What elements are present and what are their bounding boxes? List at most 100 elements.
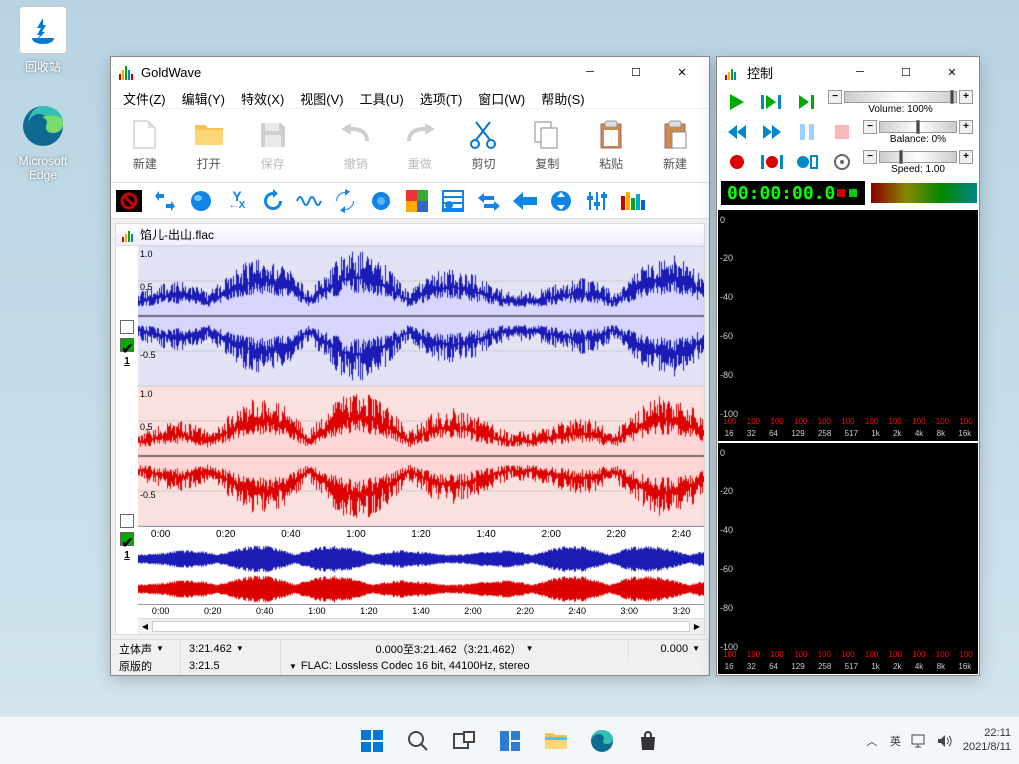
fx-color-icon[interactable] [401, 185, 433, 217]
clock[interactable]: 22:11 2021/8/11 [963, 727, 1011, 753]
menu-view[interactable]: 视图(V) [292, 87, 351, 108]
channel-2-controls[interactable]: ✔1 [116, 440, 138, 634]
clock-date: 2021/8/11 [963, 741, 1011, 754]
menu-window[interactable]: 窗口(W) [470, 87, 533, 108]
menu-edit[interactable]: 编辑(Y) [174, 87, 233, 108]
record-new-button[interactable] [789, 149, 824, 175]
status-total: 3:21.5 [181, 658, 281, 676]
stop-button[interactable] [824, 119, 859, 145]
spectrum-top[interactable]: 0-20-40-60-80-10010010010010010010010010… [718, 210, 978, 441]
edge-taskbar-button[interactable] [582, 721, 622, 761]
copy-icon [531, 119, 563, 151]
ctrl-minimize-button[interactable]: ─ [837, 57, 883, 87]
channel-1-controls[interactable]: ✔1 [116, 246, 138, 440]
ime-indicator[interactable]: 英 [890, 733, 901, 749]
widgets-button[interactable] [490, 721, 530, 761]
settings-button[interactable] [824, 149, 859, 175]
document-title: 馅儿-出山.flac [140, 226, 214, 243]
fx-swap-icon[interactable] [473, 185, 505, 217]
overview-waveform[interactable] [138, 544, 704, 604]
recycle-bin-label: 回收站 [6, 58, 80, 75]
status-cursor[interactable]: 0.000▼ [629, 640, 709, 658]
menu-file[interactable]: 文件(Z) [115, 87, 174, 108]
fx-gear-icon[interactable] [365, 185, 397, 217]
fx-arrows-icon[interactable] [149, 185, 181, 217]
edge-logo-icon [19, 102, 67, 150]
open-button[interactable]: 打开 [177, 111, 241, 180]
volume-slider[interactable]: −+ [828, 90, 973, 104]
edge-icon[interactable]: Microsoft Edge [6, 102, 80, 182]
spectrum-bottom[interactable]: 0-20-40-60-80-10010010010010010010010010… [718, 443, 978, 674]
play-button[interactable] [719, 89, 754, 115]
main-toolbar: 新建 打开 保存 撤销 重做 剪切 复制 粘贴 新建 [111, 109, 709, 183]
status-length[interactable]: 3:21.462▼ [181, 640, 281, 658]
menu-help[interactable]: 帮助(S) [533, 87, 592, 108]
volume-icon[interactable] [937, 733, 953, 749]
ctrl-maximize-button[interactable]: ☐ [883, 57, 929, 87]
time-display[interactable]: 00:00:00.0 [721, 181, 865, 205]
cut-button[interactable]: 剪切 [452, 111, 516, 180]
status-mode[interactable]: 立体声▼ [111, 640, 181, 658]
minimize-button[interactable]: ─ [567, 57, 613, 87]
ctrl-close-button[interactable]: ✕ [929, 57, 975, 87]
balance-control: −+ Balance: 0% [859, 120, 977, 145]
clock-time: 22:11 [963, 727, 1011, 740]
menu-tools[interactable]: 工具(U) [352, 87, 412, 108]
fx-flip-icon[interactable] [329, 185, 361, 217]
tray-chevron-icon[interactable]: ︿ [864, 733, 880, 749]
menubar: 文件(Z) 编辑(Y) 特效(X) 视图(V) 工具(U) 选项(T) 窗口(W… [111, 87, 709, 109]
record-selection-button[interactable] [754, 149, 789, 175]
save-button[interactable]: 保存 [241, 111, 305, 180]
record-button[interactable] [719, 149, 754, 175]
goldwave-icon [119, 64, 135, 80]
fx-cancel-icon[interactable] [113, 185, 145, 217]
save-icon [257, 119, 289, 151]
menu-options[interactable]: 选项(T) [412, 87, 471, 108]
explorer-button[interactable] [536, 721, 576, 761]
fx-yx-icon[interactable]: Y←X [221, 185, 253, 217]
balance-slider[interactable]: −+ [863, 120, 973, 134]
undo-button[interactable]: 撤销 [324, 111, 388, 180]
search-button[interactable] [398, 721, 438, 761]
paste-button[interactable]: 粘贴 [579, 111, 643, 180]
control-titlebar[interactable]: 控制 ─ ☐ ✕ [717, 57, 979, 87]
recycle-bin[interactable]: 回收站 [6, 6, 80, 75]
fx-updown-icon[interactable] [545, 185, 577, 217]
main-titlebar[interactable]: GoldWave ─ ☐ ✕ [111, 57, 709, 87]
fx-pitch-icon[interactable] [437, 185, 469, 217]
folder-icon [193, 119, 225, 151]
copy-button[interactable]: 复制 [515, 111, 579, 180]
network-icon[interactable] [911, 733, 927, 749]
start-button[interactable] [352, 721, 392, 761]
waveform-left-channel[interactable]: 1.00.5-0.5 [138, 246, 704, 386]
store-button[interactable] [628, 721, 668, 761]
redo-button[interactable]: 重做 [388, 111, 452, 180]
fx-left-icon[interactable] [509, 185, 541, 217]
maximize-button[interactable]: ☐ [613, 57, 659, 87]
taskview-button[interactable] [444, 721, 484, 761]
close-button[interactable]: ✕ [659, 57, 705, 87]
fx-eq-icon[interactable] [581, 185, 613, 217]
play-end-button[interactable] [789, 89, 824, 115]
overview-ruler[interactable]: 0:000:200:401:001:201:402:002:202:403:00… [138, 604, 704, 618]
status-selection[interactable]: 0.000至3:21.462（3:21.462）▼ [281, 640, 629, 658]
forward-button[interactable] [754, 119, 789, 145]
waveform-right-channel[interactable]: 1.00.5-0.5 [138, 386, 704, 526]
paste-new-button[interactable]: 新建 [643, 111, 707, 180]
fx-spectrum-icon[interactable] [617, 185, 649, 217]
fx-sphere-icon[interactable] [185, 185, 217, 217]
cut-icon [467, 119, 499, 151]
paste-icon [595, 119, 627, 151]
play-selection-button[interactable] [754, 89, 789, 115]
fx-rotate-icon[interactable] [257, 185, 289, 217]
fx-wave-icon[interactable] [293, 185, 325, 217]
time-ruler[interactable]: 0:000:200:401:001:201:402:002:202:40 [138, 526, 704, 544]
document-titlebar[interactable]: 馅儿-出山.flac [116, 224, 704, 246]
status-codec[interactable]: ▼FLAC: Lossless Codec 16 bit, 44100Hz, s… [281, 658, 709, 676]
pause-button[interactable] [789, 119, 824, 145]
menu-effects[interactable]: 特效(X) [233, 87, 292, 108]
speed-slider[interactable]: −+ [863, 150, 973, 164]
new-button[interactable]: 新建 [113, 111, 177, 180]
horizontal-scrollbar[interactable]: ◀▶ [138, 618, 704, 634]
rewind-button[interactable] [719, 119, 754, 145]
